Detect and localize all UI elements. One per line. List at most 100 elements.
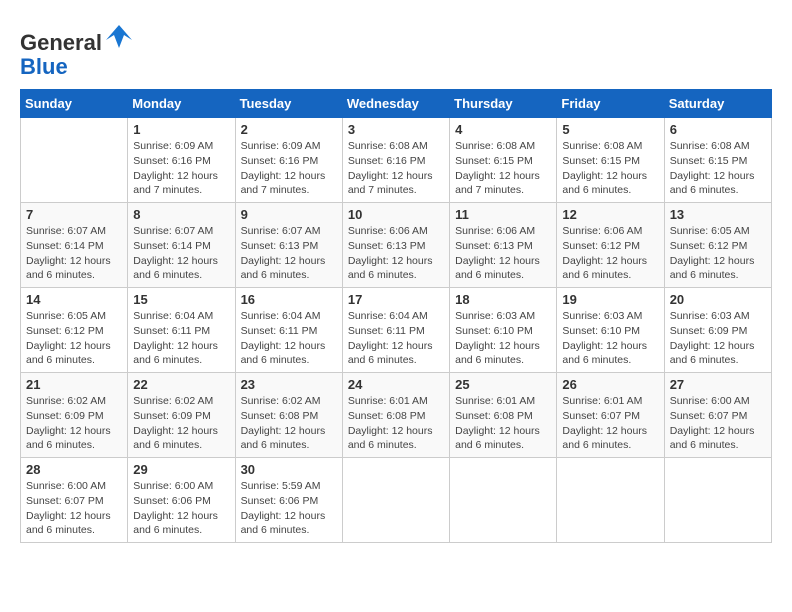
calendar-day-cell: 22Sunrise: 6:02 AM Sunset: 6:09 PM Dayli… [128,373,235,458]
day-detail: Sunrise: 6:00 AM Sunset: 6:07 PM Dayligh… [26,479,122,538]
calendar-week-row: 1 Sunrise: 6:09 AM Sunset: 6:16 PM Daylig… [21,118,772,203]
calendar-day-cell: 20 Sunrise: 6:03 AM Sunset: 6:09 PM Dayli… [664,288,771,373]
day-detail: Sunrise: 6:06 AM Sunset: 6:12 PM Dayligh… [562,224,658,283]
day-number: 15 [133,292,229,307]
day-of-week-header: Thursday [450,90,557,118]
calendar-day-cell: 23 Sunrise: 6:02 AM Sunset: 6:08 PM Dayli… [235,373,342,458]
calendar-day-cell: 12 Sunrise: 6:06 AM Sunset: 6:12 PM Dayli… [557,203,664,288]
day-number: 30 [241,462,337,477]
day-number: 20 [670,292,766,307]
calendar-day-cell [21,118,128,203]
calendar-day-cell: 14 Sunrise: 6:05 AM Sunset: 6:12 PM Dayli… [21,288,128,373]
day-of-week-header: Friday [557,90,664,118]
days-of-week-row: SundayMondayTuesdayWednesdayThursdayFrid… [21,90,772,118]
day-detail: Sunrise: 6:01 AM Sunset: 6:08 PM Dayligh… [455,394,551,453]
day-number: 12 [562,207,658,222]
calendar-day-cell: 16 Sunrise: 6:04 AM Sunset: 6:11 PM Dayli… [235,288,342,373]
day-of-week-header: Tuesday [235,90,342,118]
calendar-day-cell: 3Sunrise: 6:08 AM Sunset: 6:16 PM Daylig… [342,118,449,203]
day-detail: Sunrise: 6:01 AM Sunset: 6:07 PM Dayligh… [562,394,658,453]
day-number: 2 [241,122,337,137]
calendar-table: SundayMondayTuesdayWednesdayThursdayFrid… [20,89,772,543]
day-number: 5 [562,122,658,137]
calendar-day-cell: 30 Sunrise: 5:59 AM Sunset: 6:06 PM Dayli… [235,458,342,543]
day-number: 13 [670,207,766,222]
calendar-day-cell: 9 Sunrise: 6:07 AM Sunset: 6:13 PM Daylig… [235,203,342,288]
calendar-day-cell: 1 Sunrise: 6:09 AM Sunset: 6:16 PM Daylig… [128,118,235,203]
day-number: 23 [241,377,337,392]
day-detail: Sunrise: 6:06 AM Sunset: 6:13 PM Dayligh… [455,224,551,283]
day-of-week-header: Sunday [21,90,128,118]
calendar-day-cell [664,458,771,543]
day-number: 4 [455,122,551,137]
day-detail: Sunrise: 6:07 AM Sunset: 6:14 PM Dayligh… [133,224,229,283]
calendar-week-row: 14 Sunrise: 6:05 AM Sunset: 6:12 PM Dayli… [21,288,772,373]
calendar-body: 1 Sunrise: 6:09 AM Sunset: 6:16 PM Daylig… [21,118,772,543]
calendar-day-cell: 15Sunrise: 6:04 AM Sunset: 6:11 PM Dayli… [128,288,235,373]
calendar-day-cell: 24Sunrise: 6:01 AM Sunset: 6:08 PM Dayli… [342,373,449,458]
calendar-day-cell: 29 Sunrise: 6:00 AM Sunset: 6:06 PM Dayli… [128,458,235,543]
day-detail: Sunrise: 6:08 AM Sunset: 6:15 PM Dayligh… [562,139,658,198]
day-detail: Sunrise: 6:03 AM Sunset: 6:09 PM Dayligh… [670,309,766,368]
day-number: 10 [348,207,444,222]
day-detail: Sunrise: 6:07 AM Sunset: 6:13 PM Dayligh… [241,224,337,283]
day-detail: Sunrise: 6:09 AM Sunset: 6:16 PM Dayligh… [133,139,229,198]
day-detail: Sunrise: 6:07 AM Sunset: 6:14 PM Dayligh… [26,224,122,283]
logo-bird-icon [104,20,134,50]
day-detail: Sunrise: 6:03 AM Sunset: 6:10 PM Dayligh… [455,309,551,368]
calendar-day-cell: 19Sunrise: 6:03 AM Sunset: 6:10 PM Dayli… [557,288,664,373]
calendar-day-cell: 13 Sunrise: 6:05 AM Sunset: 6:12 PM Dayli… [664,203,771,288]
day-number: 16 [241,292,337,307]
day-number: 21 [26,377,122,392]
day-detail: Sunrise: 6:08 AM Sunset: 6:15 PM Dayligh… [670,139,766,198]
logo-blue-text: Blue [20,54,68,79]
day-detail: Sunrise: 6:00 AM Sunset: 6:06 PM Dayligh… [133,479,229,538]
calendar-day-cell [342,458,449,543]
calendar-day-cell: 8 Sunrise: 6:07 AM Sunset: 6:14 PM Daylig… [128,203,235,288]
calendar-day-cell: 21Sunrise: 6:02 AM Sunset: 6:09 PM Dayli… [21,373,128,458]
day-number: 29 [133,462,229,477]
day-number: 8 [133,207,229,222]
day-number: 26 [562,377,658,392]
day-number: 19 [562,292,658,307]
calendar-day-cell: 5 Sunrise: 6:08 AM Sunset: 6:15 PM Daylig… [557,118,664,203]
day-detail: Sunrise: 6:05 AM Sunset: 6:12 PM Dayligh… [26,309,122,368]
day-number: 18 [455,292,551,307]
day-of-week-header: Saturday [664,90,771,118]
calendar-day-cell: 11 Sunrise: 6:06 AM Sunset: 6:13 PM Dayli… [450,203,557,288]
calendar-day-cell: 17Sunrise: 6:04 AM Sunset: 6:11 PM Dayli… [342,288,449,373]
day-detail: Sunrise: 6:04 AM Sunset: 6:11 PM Dayligh… [241,309,337,368]
calendar-week-row: 21 Sunrise: 6:02 AM Sunset: 6:09 PM Dayli… [21,373,772,458]
day-detail: Sunrise: 6:04 AM Sunset: 6:11 PM Dayligh… [348,309,444,368]
day-number: 1 [133,122,229,137]
day-number: 3 [348,122,444,137]
day-detail: Sunrise: 6:00 AM Sunset: 6:07 PM Dayligh… [670,394,766,453]
day-detail: Sunrise: 5:59 AM Sunset: 6:06 PM Dayligh… [241,479,337,538]
day-number: 9 [241,207,337,222]
day-detail: Sunrise: 6:02 AM Sunset: 6:08 PM Dayligh… [241,394,337,453]
calendar-day-cell: 25Sunrise: 6:01 AM Sunset: 6:08 PM Dayli… [450,373,557,458]
page-header: General Blue [20,20,772,79]
calendar-day-cell: 10 Sunrise: 6:06 AM Sunset: 6:13 PM Dayli… [342,203,449,288]
calendar-header: SundayMondayTuesdayWednesdayThursdayFrid… [21,90,772,118]
calendar-day-cell [557,458,664,543]
day-detail: Sunrise: 6:08 AM Sunset: 6:15 PM Dayligh… [455,139,551,198]
calendar-day-cell: 2Sunrise: 6:09 AM Sunset: 6:16 PM Daylig… [235,118,342,203]
calendar-day-cell: 7 Sunrise: 6:07 AM Sunset: 6:14 PM Daylig… [21,203,128,288]
day-number: 27 [670,377,766,392]
logo: General Blue [20,20,134,79]
calendar-day-cell: 4 Sunrise: 6:08 AM Sunset: 6:15 PM Daylig… [450,118,557,203]
calendar-day-cell: 26 Sunrise: 6:01 AM Sunset: 6:07 PM Dayli… [557,373,664,458]
day-of-week-header: Wednesday [342,90,449,118]
day-detail: Sunrise: 6:02 AM Sunset: 6:09 PM Dayligh… [133,394,229,453]
day-number: 14 [26,292,122,307]
calendar-day-cell: 27 Sunrise: 6:00 AM Sunset: 6:07 PM Dayli… [664,373,771,458]
calendar-day-cell [450,458,557,543]
day-number: 7 [26,207,122,222]
calendar-week-row: 7 Sunrise: 6:07 AM Sunset: 6:14 PM Daylig… [21,203,772,288]
day-detail: Sunrise: 6:06 AM Sunset: 6:13 PM Dayligh… [348,224,444,283]
calendar-week-row: 28Sunrise: 6:00 AM Sunset: 6:07 PM Dayli… [21,458,772,543]
day-number: 11 [455,207,551,222]
day-detail: Sunrise: 6:05 AM Sunset: 6:12 PM Dayligh… [670,224,766,283]
calendar-day-cell: 6Sunrise: 6:08 AM Sunset: 6:15 PM Daylig… [664,118,771,203]
